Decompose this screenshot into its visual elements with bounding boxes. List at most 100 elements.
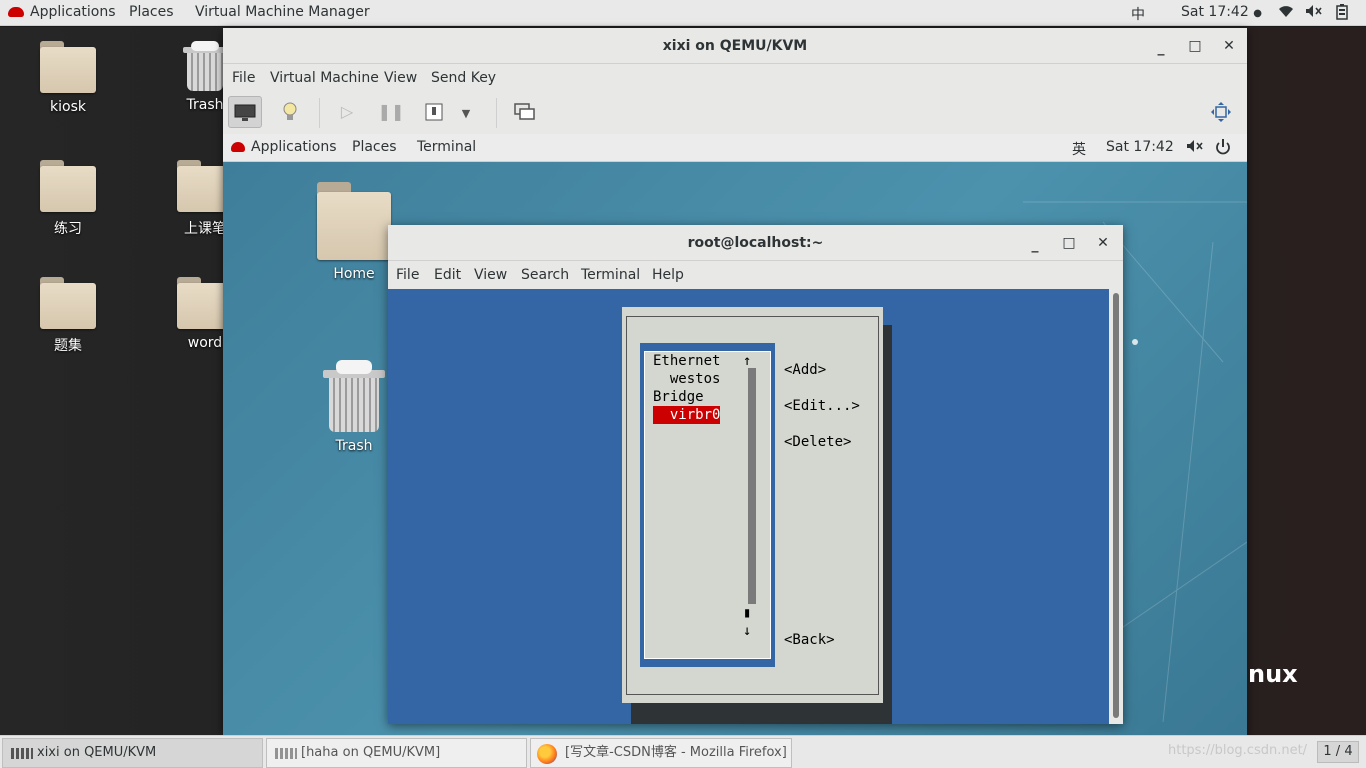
guest-clock[interactable]: Sat 17:42 — [1106, 139, 1174, 155]
home-folder-icon — [317, 182, 391, 260]
trash-icon — [183, 41, 227, 91]
input-method-indicator[interactable]: 中 — [1131, 4, 1145, 24]
terminal-screen[interactable]: Ethernet westos Bridge virbr0 ↑ ▮ ↓ <Add… — [388, 289, 1109, 724]
minimize-button[interactable]: _ — [1151, 30, 1171, 66]
pause-button[interactable]: ❚❚ — [374, 96, 408, 128]
play-icon: ▷ — [340, 102, 354, 121]
task-xixi[interactable]: xixi on QEMU/KVM — [2, 738, 263, 768]
guest-places-menu[interactable]: Places — [352, 139, 397, 155]
wifi-icon[interactable] — [1278, 4, 1294, 22]
lightbulb-icon — [283, 102, 297, 120]
terminal-menu-view[interactable]: View — [474, 267, 507, 283]
terminal-close-button[interactable]: ✕ — [1093, 225, 1113, 261]
home-folder-icon — [40, 41, 96, 93]
vm-window-icon — [11, 748, 33, 759]
guest-icon-label: Home — [333, 266, 375, 282]
guest-volume-icon[interactable] — [1186, 139, 1204, 157]
connection-list-body: Ethernet westos Bridge virbr0 ↑ ▮ ↓ — [644, 351, 771, 659]
desktop-icon-kiosk[interactable]: kiosk — [18, 41, 118, 115]
scroll-thumb[interactable]: ▮ — [743, 604, 751, 622]
terminal-scrollbar-thumb[interactable] — [1113, 293, 1119, 718]
vm-window-titlebar[interactable]: xixi on QEMU/KVM _ □ ✕ — [223, 28, 1247, 64]
places-menu[interactable]: Places — [129, 4, 174, 20]
edit-button[interactable]: <Edit...> — [784, 397, 860, 415]
terminal-maximize-button[interactable]: □ — [1059, 225, 1079, 261]
terminal-menu-terminal[interactable]: Terminal — [581, 267, 640, 283]
vm-viewer-window: xixi on QEMU/KVM _ □ ✕ File Virtual Mach… — [223, 28, 1247, 735]
desktop-icon-label: 练习 — [54, 221, 82, 237]
applications-label: Applications — [30, 4, 116, 20]
workspace-switcher[interactable]: 1 / 4 — [1317, 741, 1359, 763]
add-button[interactable]: <Add> — [784, 361, 826, 379]
vm-toolbar: ▷ ❚❚ ▼ — [223, 92, 1247, 134]
desktop-icon-label: word — [187, 335, 223, 351]
redhat-icon — [8, 7, 24, 17]
task-label: [haha on QEMU/KVM] — [301, 745, 441, 760]
show-console-button[interactable] — [228, 96, 262, 128]
terminal-minimize-button[interactable]: _ — [1025, 227, 1045, 263]
redhat-icon — [231, 142, 245, 152]
vm-window-icon — [275, 748, 297, 759]
power-dropdown-button[interactable]: ▼ — [454, 96, 478, 128]
delete-button[interactable]: <Delete> — [784, 433, 851, 451]
connection-list[interactable]: Ethernet westos Bridge virbr0 ↑ ▮ ↓ — [640, 343, 775, 667]
maximize-button[interactable]: □ — [1185, 28, 1205, 64]
nmtui-dialog: Ethernet westos Bridge virbr0 ↑ ▮ ↓ <Add… — [622, 307, 883, 703]
terminal-menu-search[interactable]: Search — [521, 267, 569, 283]
guest-input-method[interactable]: 英 — [1072, 139, 1086, 159]
host-brand-text: nux — [1248, 660, 1298, 688]
vm-window-title: xixi on QEMU/KVM — [662, 38, 808, 54]
window-list-taskbar: xixi on QEMU/KVM [haha on QEMU/KVM] [写文章… — [0, 735, 1366, 768]
desktop-icon-label: 题集 — [54, 338, 82, 354]
desktop-icon-questions[interactable]: 题集 — [18, 277, 118, 355]
vm-menubar: File Virtual Machine View Send Key — [223, 64, 1247, 92]
list-item-westos[interactable]: westos — [653, 370, 721, 388]
app-menu[interactable]: Virtual Machine Manager — [195, 4, 370, 20]
terminal-menu-file[interactable]: File — [396, 267, 419, 283]
volume-icon[interactable] — [1305, 4, 1323, 22]
guest-terminal-menu[interactable]: Terminal — [417, 139, 476, 155]
guest-display[interactable]: Applications Places Terminal 英 Sat 17:42… — [223, 134, 1247, 735]
power-icon — [425, 103, 443, 121]
task-label: xixi on QEMU/KVM — [37, 745, 157, 760]
desktop-icon-practice[interactable]: 练习 — [18, 160, 118, 238]
run-button[interactable]: ▷ — [330, 96, 364, 128]
folder-icon — [40, 277, 96, 329]
terminal-menu-help[interactable]: Help — [652, 267, 684, 283]
trash-icon — [323, 360, 385, 432]
guest-applications-menu[interactable]: Applications — [231, 139, 337, 155]
task-haha[interactable]: [haha on QEMU/KVM] — [266, 738, 527, 768]
notification-dot-icon: ● — [1253, 8, 1262, 19]
fullscreen-icon — [1211, 102, 1231, 122]
scroll-down-arrow-icon[interactable]: ↓ — [743, 622, 751, 640]
clock[interactable]: Sat 17:42 ● — [1181, 4, 1262, 20]
back-button[interactable]: <Back> — [784, 631, 835, 649]
list-item-virbr0[interactable]: virbr0 — [653, 406, 721, 424]
toolbar-separator — [319, 98, 320, 128]
power-button[interactable] — [417, 96, 451, 128]
menu-view[interactable]: View — [384, 70, 417, 86]
applications-menu[interactable]: Applications — [8, 4, 116, 20]
terminal-window: root@localhost:~ _ □ ✕ File Edit View Se… — [388, 225, 1123, 724]
watermark: https://blog.csdn.net/ — [1168, 743, 1308, 758]
menu-file[interactable]: File — [232, 70, 255, 86]
terminal-scrollbar[interactable] — [1109, 289, 1123, 724]
list-item-ethernet[interactable]: Ethernet — [653, 352, 720, 370]
fullscreen-button[interactable] — [1204, 96, 1238, 128]
desktop-icon-label: kiosk — [50, 99, 86, 115]
battery-icon[interactable] — [1336, 4, 1348, 24]
snapshots-button[interactable] — [508, 96, 542, 128]
pause-icon: ❚❚ — [377, 102, 405, 121]
terminal-menubar: File Edit View Search Terminal Help — [388, 261, 1123, 289]
terminal-titlebar[interactable]: root@localhost:~ _ □ ✕ — [388, 225, 1123, 261]
toolbar-separator — [496, 98, 497, 128]
show-details-button[interactable] — [273, 96, 307, 128]
list-scrollbar[interactable] — [748, 368, 756, 604]
list-item-bridge[interactable]: Bridge — [653, 388, 704, 406]
guest-power-icon[interactable] — [1215, 139, 1231, 159]
menu-virtual-machine[interactable]: Virtual Machine — [270, 70, 379, 86]
menu-send-key[interactable]: Send Key — [431, 70, 496, 86]
terminal-menu-edit[interactable]: Edit — [434, 267, 461, 283]
task-firefox[interactable]: [写文章-CSDN博客 - Mozilla Firefox] — [530, 738, 792, 768]
close-button[interactable]: ✕ — [1219, 28, 1239, 64]
